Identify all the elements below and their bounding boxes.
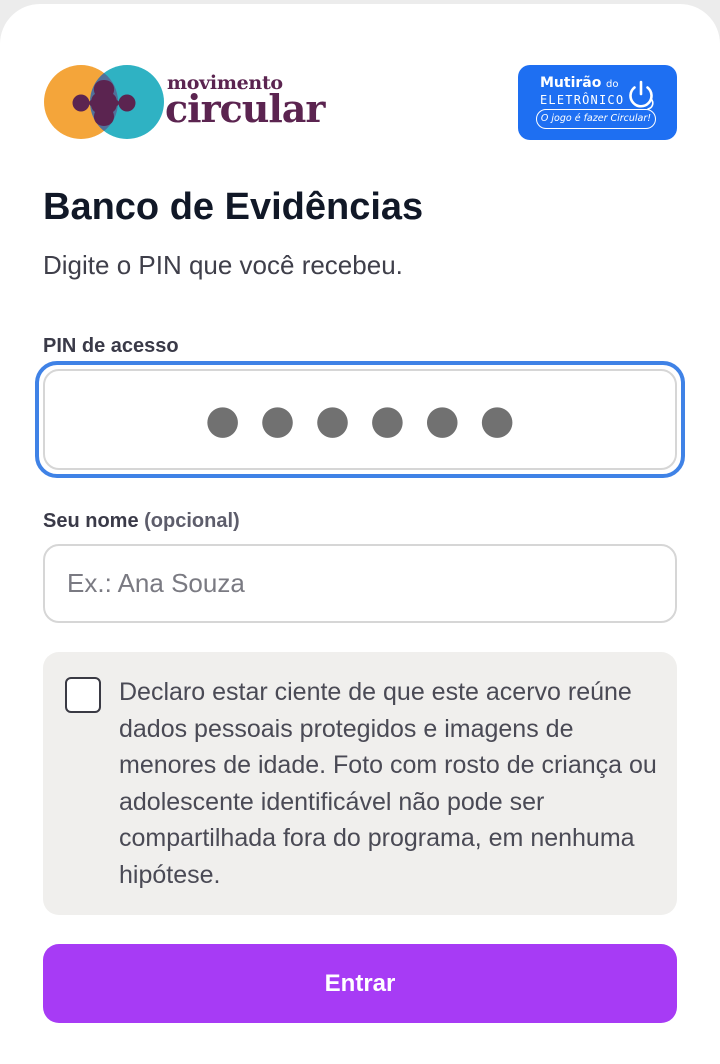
mutirao-eletronico-badge: Mutirão do ELETRÔNICO O jogo é fazer Cir… — [518, 65, 677, 140]
movimento-circular-logo: movimento circular — [43, 64, 343, 140]
enter-button[interactable]: Entrar — [43, 944, 677, 1023]
name-label-text: Seu nome — [43, 510, 139, 532]
name-label-optional: (opcional) — [144, 510, 240, 532]
power-icon — [629, 80, 654, 110]
circles-logo-icon — [44, 65, 164, 139]
page-title: Banco de Evidências — [43, 186, 424, 228]
badge-line2: ELETRÔNICO — [540, 93, 625, 107]
login-card: movimento circular Mutirão do ELETRÔNICO… — [0, 4, 720, 1064]
badge-line1: Mutirão — [540, 75, 602, 91]
pin-input[interactable] — [43, 369, 677, 470]
brand-name-main: circular — [165, 86, 325, 131]
badge-tagline: O jogo é fazer Circular! — [536, 109, 656, 129]
badge-line1-suffix: do — [606, 79, 619, 90]
pin-label: PIN de acesso — [43, 335, 179, 357]
page-subtitle: Digite o PIN que você recebeu. — [43, 250, 403, 280]
consent-checkbox[interactable] — [65, 677, 101, 713]
consent-box: Declaro estar ciente de que este acervo … — [43, 652, 677, 915]
name-label: Seu nome (opcional) — [43, 511, 240, 531]
name-input[interactable] — [43, 544, 677, 623]
consent-text: Declaro estar ciente de que este acervo … — [119, 678, 657, 889]
